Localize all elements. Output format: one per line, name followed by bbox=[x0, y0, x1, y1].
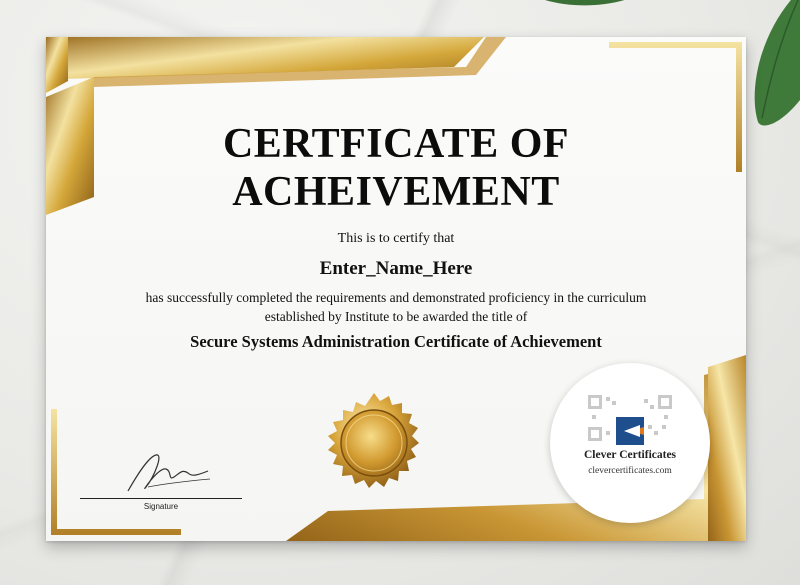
body-text-line1: has successfully completed the requireme… bbox=[145, 290, 647, 305]
brand-badge: Clever Certificates clevercertificates.c… bbox=[550, 363, 710, 523]
signature-mark bbox=[127, 454, 211, 492]
certificate-paper: CERTFICATE OF ACHEIVEMENT This is to cer… bbox=[46, 37, 746, 541]
certify-text: This is to certify that bbox=[337, 231, 455, 246]
recipient-name[interactable]: Enter_Name_Here bbox=[46, 258, 746, 280]
signature-line bbox=[80, 498, 242, 499]
brand-url[interactable]: clevercertificates.com bbox=[550, 466, 710, 476]
brand-name: Clever Certificates bbox=[583, 449, 677, 461]
leaf-top-decoration bbox=[545, 0, 625, 6]
clever-certificates-logo-icon bbox=[616, 417, 644, 445]
certificate-title-line2: ACHEIVEMENT bbox=[232, 169, 560, 215]
body-text-line2: established by Institute to be awarded t… bbox=[264, 309, 528, 324]
award-title: Secure Systems Administration Certificat… bbox=[190, 332, 602, 351]
plant-leaf-decoration bbox=[754, 0, 800, 126]
certificate-title-line1: CERTFICATE OF bbox=[222, 121, 570, 167]
signature-label: Signature bbox=[143, 502, 179, 511]
gold-seal-icon bbox=[328, 393, 419, 488]
